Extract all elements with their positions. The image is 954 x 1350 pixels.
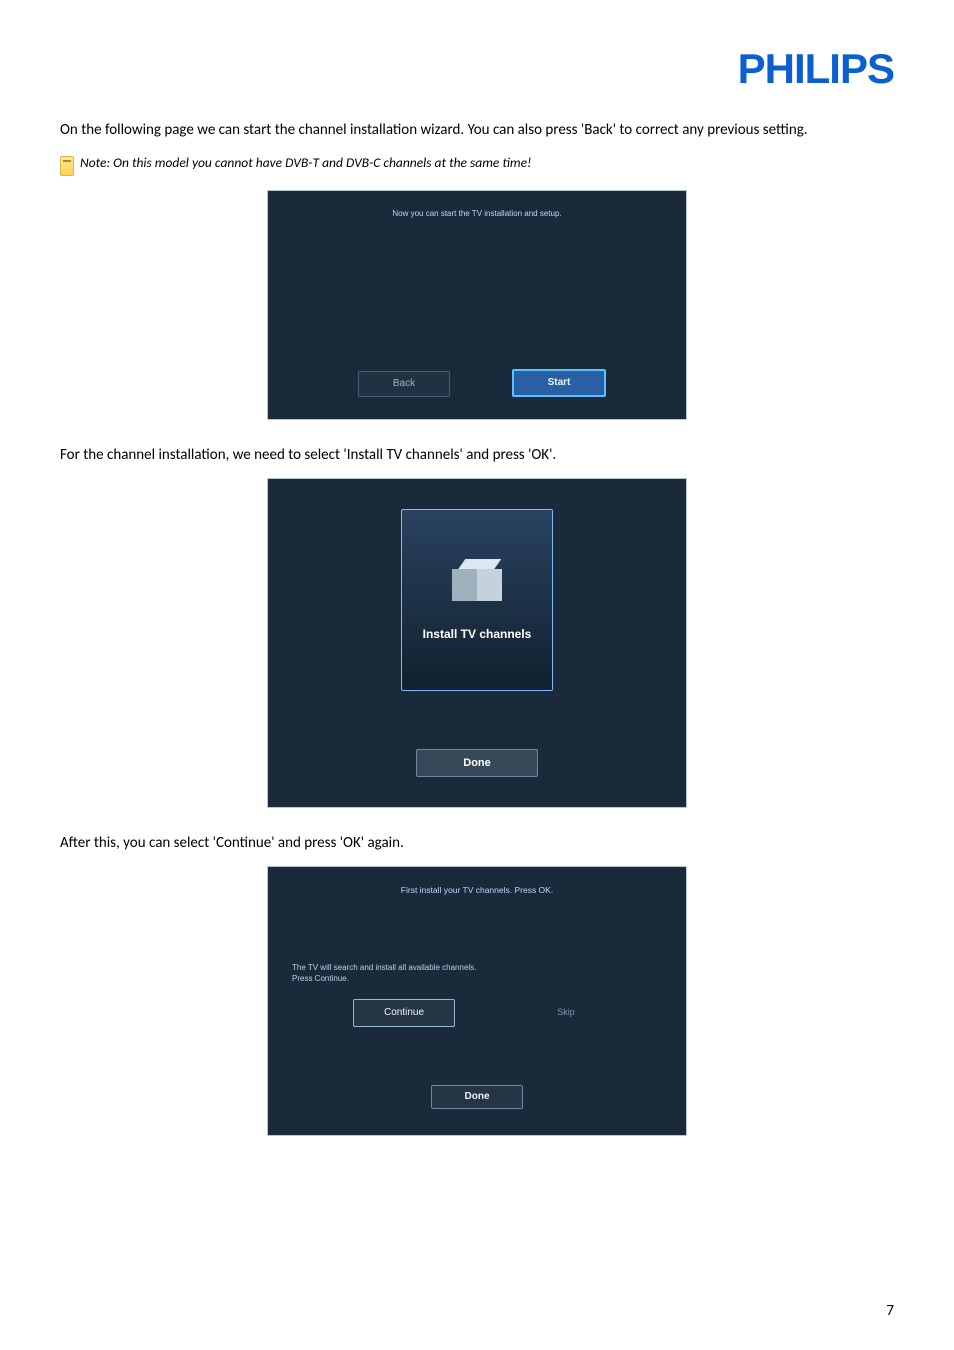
- start-button[interactable]: Start: [512, 369, 606, 397]
- screenshot-install-start: Now you can start the TV installation an…: [267, 190, 687, 420]
- continue-button[interactable]: Continue: [353, 999, 455, 1027]
- paragraph-1: On the following page we can start the c…: [60, 120, 894, 140]
- install-channels-card[interactable]: Install TV channels: [401, 509, 553, 691]
- done-button[interactable]: Done: [431, 1085, 523, 1109]
- hint-text: The TV will search and install all avail…: [292, 963, 476, 984]
- cube-icon: [452, 559, 502, 609]
- skip-button[interactable]: Skip: [531, 999, 601, 1025]
- hint-line-2: Press Continue.: [292, 974, 349, 983]
- note-icon: [60, 156, 74, 176]
- note-callout: Note: On this model you cannot have DVB-…: [60, 154, 894, 176]
- hint-line-1: The TV will search and install all avail…: [292, 963, 476, 972]
- note-text: Note: On this model you cannot have DVB-…: [80, 154, 531, 171]
- paragraph-2: For the channel installation, we need to…: [60, 446, 894, 464]
- done-button[interactable]: Done: [416, 749, 538, 777]
- back-button[interactable]: Back: [358, 371, 450, 397]
- screen-title: First install your TV channels. Press OK…: [268, 885, 686, 895]
- screen-title: Now you can start the TV installation an…: [268, 209, 686, 218]
- install-channels-label: Install TV channels: [423, 627, 532, 641]
- paragraph-3: After this, you can select 'Continue' an…: [60, 834, 894, 852]
- philips-logo: PHILIPS: [738, 45, 894, 93]
- page-number: 7: [886, 1302, 894, 1320]
- screenshot-first-install: First install your TV channels. Press OK…: [267, 866, 687, 1136]
- document-page: PHILIPS On the following page we can sta…: [0, 0, 954, 1350]
- screenshot-install-channels: Install TV channels Done: [267, 478, 687, 808]
